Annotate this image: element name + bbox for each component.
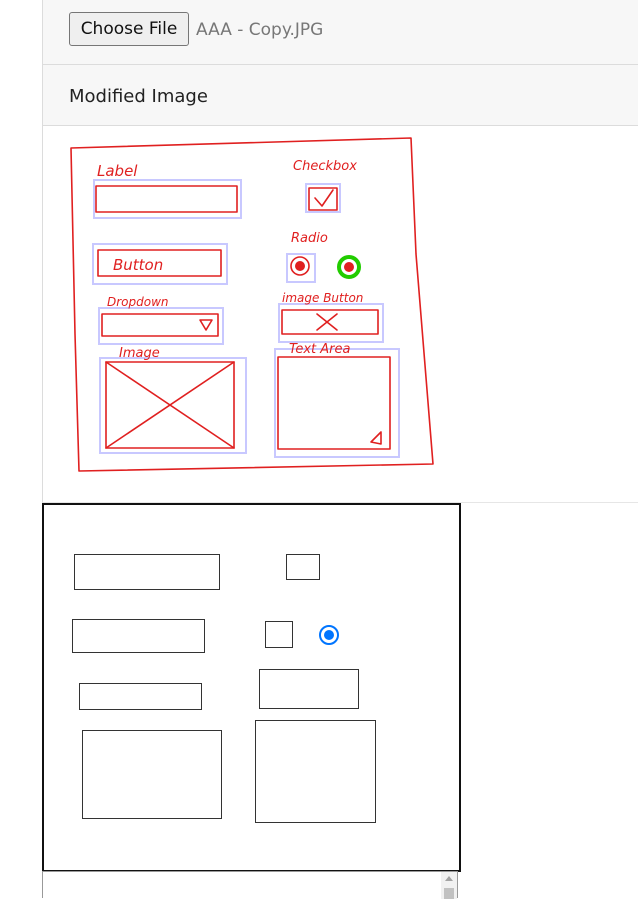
- scroll-thumb[interactable]: [444, 888, 454, 899]
- generated-form-canvas: [42, 503, 461, 872]
- choose-file-button[interactable]: Choose File: [69, 12, 189, 46]
- modified-image-header: Modified Image: [42, 65, 638, 126]
- textarea-scrollbar[interactable]: [441, 872, 457, 899]
- file-upload-card: Choose File AAA - Copy.JPG: [42, 0, 638, 65]
- sketch-image: Label Checkbox Radio Button Dropdown ima…: [70, 137, 434, 472]
- text-input[interactable]: [74, 554, 220, 590]
- sketch-label-label: Label: [97, 162, 138, 180]
- output-textarea[interactable]: [42, 871, 458, 899]
- small-checkbox[interactable]: [265, 621, 293, 648]
- selected-file-name: AAA - Copy.JPG: [196, 20, 324, 40]
- sketch-label-dropdown: Dropdown: [107, 295, 169, 309]
- checkbox[interactable]: [286, 554, 320, 580]
- sketch-label-checkbox: Checkbox: [293, 159, 357, 174]
- dropdown-select[interactable]: [79, 683, 202, 710]
- sketch-label-text-area: Text Area: [289, 342, 350, 357]
- modified-image-body: Label Checkbox Radio Button Dropdown ima…: [42, 126, 638, 503]
- button[interactable]: [72, 619, 205, 653]
- radio-selected-dot: [324, 630, 334, 640]
- sketch-label-image-button: image Button: [282, 291, 363, 305]
- image-placeholder: [82, 730, 222, 819]
- radio-button[interactable]: [319, 625, 339, 645]
- sketch-label-radio: Radio: [291, 231, 328, 246]
- scroll-up-arrow-icon[interactable]: [445, 876, 453, 881]
- text-area[interactable]: [255, 720, 376, 823]
- sketch-label-image: Image: [119, 346, 160, 361]
- image-button[interactable]: [259, 669, 359, 709]
- card-title: Modified Image: [69, 86, 208, 107]
- sketch-label-button: Button: [113, 256, 163, 274]
